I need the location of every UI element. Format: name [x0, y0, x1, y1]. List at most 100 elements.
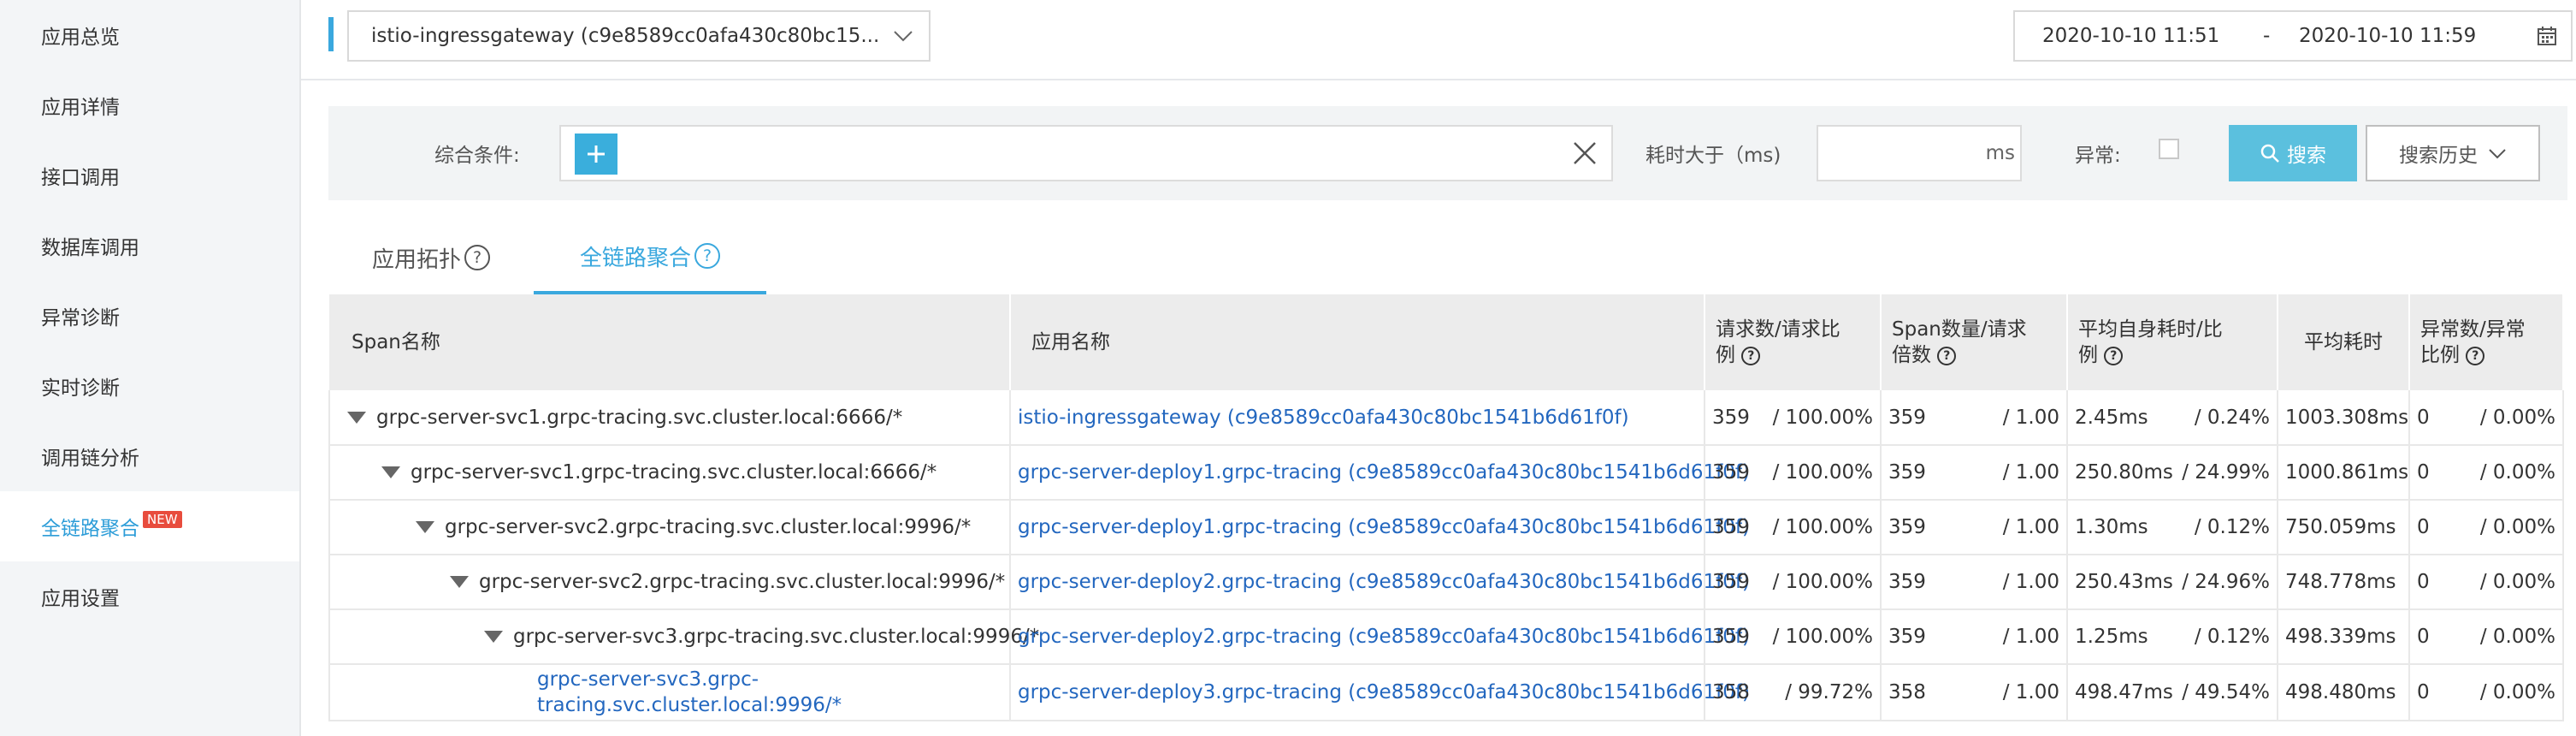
app-cell: grpc-server-deploy1.grpc-tracing (c9e858… — [1010, 500, 1750, 555]
app-link[interactable]: grpc-server-deploy3.grpc-tracing (c9e858… — [1018, 681, 1750, 703]
help-icon[interactable]: ? — [2104, 346, 2124, 365]
add-condition-button[interactable] — [575, 134, 617, 175]
table-row: grpc-server-svc2.grpc-tracing.svc.cluste… — [328, 500, 2564, 555]
app-cell: grpc-server-deploy2.grpc-tracing (c9e858… — [1010, 609, 1750, 665]
req-pct: / 100.00% — [1772, 516, 1873, 538]
condition-input[interactable] — [559, 125, 1613, 181]
span-cell: grpc-server-svc3.grpc-tracing.svc.cluste… — [328, 609, 1039, 665]
help-icon[interactable]: ? — [694, 243, 720, 269]
app-link[interactable]: istio-ingressgateway (c9e8589cc0afa430c8… — [1018, 407, 1629, 429]
caret-down-icon[interactable] — [450, 576, 469, 588]
nav-item-interface-calls[interactable]: 接口调用 — [0, 140, 299, 211]
date-start[interactable]: 2020-10-10 11:51 — [2042, 25, 2219, 47]
chevron-down-icon — [877, 30, 929, 42]
nav-item-full-link-aggregation[interactable]: 全链路聚合 NEW — [0, 491, 299, 561]
self-pct: / 0.12% — [2194, 626, 2270, 648]
span-cell: grpc-server-svc3.grpc- tracing.svc.clust… — [328, 664, 1011, 721]
search-history-label: 搜索历史 — [2399, 144, 2478, 166]
self-pct: / 24.99% — [2182, 461, 2270, 484]
help-icon[interactable]: ? — [2466, 346, 2485, 365]
nav-item-database-calls[interactable]: 数据库调用 — [0, 211, 299, 281]
error-count: 0 — [2417, 406, 2430, 429]
nav-item-app-settings[interactable]: 应用设置 — [0, 561, 299, 632]
nav-item-label: 应用总览 — [41, 27, 120, 49]
duration-input[interactable]: ms — [1817, 125, 2022, 181]
duration-unit: ms — [1985, 142, 2015, 164]
error-cell: 0 / 0.00% — [2409, 445, 2564, 501]
req-pct: / 100.00% — [1772, 406, 1873, 429]
req-cell: 359 / 100.00% — [1705, 390, 1882, 446]
req-count: 359 — [1712, 571, 1750, 593]
date-end[interactable]: 2020-10-10 11:59 — [2299, 25, 2476, 47]
app-cell: grpc-server-deploy3.grpc-tracing (c9e858… — [1010, 664, 1750, 721]
app-link[interactable]: grpc-server-deploy2.grpc-tracing (c9e858… — [1018, 571, 1750, 593]
req-cell: 359 / 100.00% — [1705, 609, 1882, 665]
search-label: 搜索 — [2287, 144, 2326, 166]
help-icon[interactable]: ? — [464, 245, 490, 270]
tab-app-topology[interactable]: 应用拓扑 ? — [328, 221, 534, 294]
help-icon[interactable]: ? — [1937, 346, 1957, 365]
span-count: 359 — [1888, 516, 1926, 538]
app-link[interactable]: grpc-server-deploy1.grpc-tracing (c9e858… — [1018, 516, 1750, 538]
self-time-cell: 1.30ms / 0.12% — [2067, 500, 2278, 555]
span-cell: grpc-server-svc1.grpc-tracing.svc.cluste… — [328, 390, 1011, 446]
error-count: 0 — [2417, 681, 2430, 703]
span-mult: / 1.00 — [2002, 461, 2059, 484]
table-row: grpc-server-svc2.grpc-tracing.svc.cluste… — [328, 555, 2564, 610]
nav-item-exception-diagnosis[interactable]: 异常诊断 — [0, 281, 299, 351]
req-count: 359 — [1712, 461, 1750, 484]
avg-time-cell: 1000.861ms — [2278, 445, 2410, 501]
caret-down-icon[interactable] — [416, 521, 434, 533]
header-self-time: 平均自身耗时/比例 ? — [2067, 294, 2278, 390]
clear-icon[interactable] — [1572, 140, 1598, 169]
error-pct: / 0.00% — [2479, 681, 2555, 703]
req-cell: 359 / 100.00% — [1705, 555, 1882, 610]
aggregation-table: Span名称 应用名称 请求数/请求比例 ? Span数量/请求 倍数 ? 平均自… — [328, 294, 2564, 721]
date-range-picker[interactable]: 2020-10-10 11:51 - 2020-10-10 11:59 — [2013, 10, 2573, 62]
req-count: 358 — [1712, 681, 1750, 703]
accent-bar — [328, 17, 334, 51]
tab-full-link-aggregation[interactable]: 全链路聚合 ? — [534, 221, 766, 294]
self-pct: / 0.24% — [2194, 406, 2270, 429]
exception-label: 异常: — [2075, 145, 2121, 167]
header-request-count: 请求数/请求比例 ? — [1705, 294, 1882, 390]
span-link[interactable]: grpc-server-svc3.grpc- tracing.svc.clust… — [337, 667, 1002, 718]
span-count-cell: 359 / 1.00 — [1881, 500, 2068, 555]
caret-down-icon[interactable] — [381, 466, 400, 478]
nav-item-app-overview[interactable]: 应用总览 — [0, 0, 299, 70]
req-pct: / 100.00% — [1772, 626, 1873, 648]
span-count: 359 — [1888, 461, 1926, 484]
search-history-button[interactable]: 搜索历史 — [2366, 125, 2540, 181]
nav-item-realtime-diagnosis[interactable]: 实时诊断 — [0, 351, 299, 421]
app-select-value: istio-ingressgateway (c9e8589cc0afa430c8… — [371, 25, 877, 47]
exception-checkbox[interactable] — [2159, 139, 2179, 159]
nav-item-app-details[interactable]: 应用详情 — [0, 70, 299, 140]
self-time: 2.45ms — [2075, 406, 2148, 429]
nav-item-label: 实时诊断 — [41, 377, 120, 400]
error-cell: 0 / 0.00% — [2409, 390, 2564, 446]
self-time-cell: 250.43ms / 24.96% — [2067, 555, 2278, 610]
span-mult: / 1.00 — [2002, 406, 2059, 429]
span-count-cell: 359 / 1.00 — [1881, 555, 2068, 610]
span-count-cell: 359 / 1.00 — [1881, 390, 2068, 446]
req-cell: 359 / 100.00% — [1705, 500, 1882, 555]
req-cell: 359 / 100.00% — [1705, 445, 1882, 501]
self-time-cell: 2.45ms / 0.24% — [2067, 390, 2278, 446]
span-name: grpc-server-svc2.grpc-tracing.svc.cluste… — [479, 571, 1006, 593]
error-count: 0 — [2417, 516, 2430, 538]
app-link[interactable]: grpc-server-deploy2.grpc-tracing (c9e858… — [1018, 626, 1750, 648]
req-count: 359 — [1712, 516, 1750, 538]
caret-down-icon[interactable] — [347, 411, 366, 424]
app-select[interactable]: istio-ingressgateway (c9e8589cc0afa430c8… — [347, 10, 931, 62]
app-link[interactable]: grpc-server-deploy1.grpc-tracing (c9e858… — [1018, 461, 1750, 484]
caret-down-icon[interactable] — [484, 631, 503, 643]
error-pct: / 0.00% — [2479, 626, 2555, 648]
search-button[interactable]: 搜索 — [2229, 125, 2357, 181]
nav-item-trace-analysis[interactable]: 调用链分析 — [0, 421, 299, 491]
span-cell: grpc-server-svc1.grpc-tracing.svc.cluste… — [328, 445, 1011, 501]
help-icon[interactable]: ? — [1741, 346, 1761, 365]
view-tabs: 应用拓扑 ? 全链路聚合 ? — [328, 221, 2567, 294]
calendar-icon[interactable] — [2537, 26, 2557, 51]
nav-item-label: 调用链分析 — [41, 448, 139, 470]
table-row: grpc-server-svc1.grpc-tracing.svc.cluste… — [328, 445, 2564, 501]
